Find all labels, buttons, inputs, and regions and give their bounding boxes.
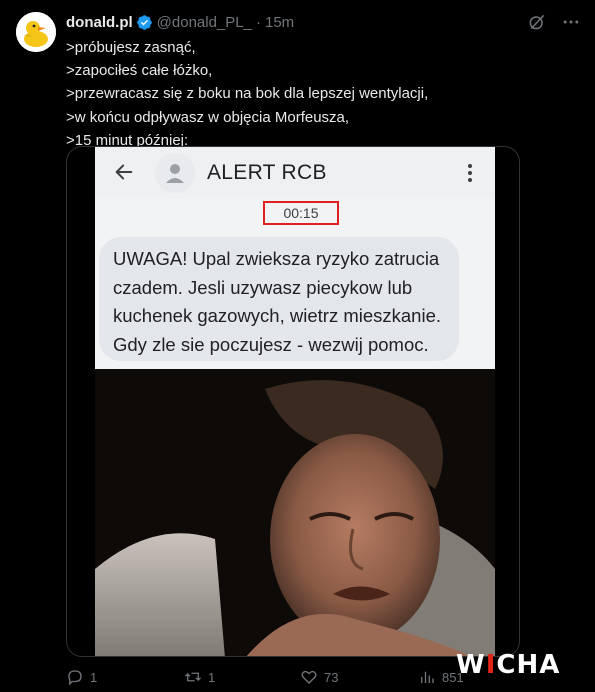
sms-message-line: czadem. Jesli uzywasz piecykow lub (113, 276, 413, 298)
heart-icon (301, 670, 317, 684)
author-name[interactable]: donald.pl (66, 14, 133, 31)
sms-sender-title: ALERT RCB (207, 161, 327, 184)
sms-message-line: Gdy zle sie poczujesz - wezwij pomoc. (113, 333, 429, 355)
man-in-bed-illustration (95, 369, 495, 656)
grok-icon[interactable] (527, 12, 547, 32)
watermark-part: CHA (496, 650, 561, 680)
watermark-part-red: I (485, 650, 497, 680)
tweet-time[interactable]: 15m (265, 14, 294, 31)
wiocha-watermark: WICHA (456, 650, 560, 682)
tweet-media[interactable]: ALERT RCB 00:15 UWAGA! Upal zwieksza ryz… (66, 146, 520, 657)
sms-message-line: kuchenek gazowych, wietrz mieszkanie. (113, 305, 442, 326)
sms-timestamp: 00:15 (263, 201, 339, 225)
tweet-line: >zapociłeś całe łóżko, (66, 62, 213, 80)
tweet-line: >próbujesz zasnąć, (66, 39, 196, 56)
repost-count: 1 (208, 669, 216, 685)
contact-avatar (155, 153, 195, 193)
header-separator: · (255, 13, 261, 31)
reply-icon (68, 670, 82, 686)
photo-man-in-bed (95, 369, 495, 656)
sms-message-line: UWAGA! Upal zwieksza ryzyko zatrucia (113, 248, 440, 269)
more-options-icon[interactable] (561, 12, 581, 32)
tweet[interactable]: donald.pl @donald_PL_ · 15m >próbujesz z… (0, 0, 595, 692)
tweet-top-actions (527, 12, 581, 32)
tweet-line: >przewracasz się z boku na bok dla lepsz… (66, 85, 429, 103)
back-arrow-icon (115, 164, 133, 180)
views-icon (421, 671, 434, 683)
sms-app-bar: ALERT RCB (95, 147, 495, 199)
reply-count: 1 (90, 669, 98, 685)
like-count: 73 (324, 669, 339, 685)
watermark-part: W (456, 650, 486, 680)
person-icon (166, 164, 184, 183)
sms-screenshot: ALERT RCB 00:15 UWAGA! Upal zwieksza ryz… (95, 147, 495, 369)
repost-action[interactable]: 1 (184, 668, 215, 686)
sms-message-bubble: UWAGA! Upal zwieksza ryzyko zatrucia cza… (99, 237, 459, 361)
tweet-header: donald.pl @donald_PL_ · 15m (66, 12, 294, 32)
author-handle[interactable]: @donald_PL_ (157, 14, 252, 31)
like-action[interactable]: 73 (300, 668, 338, 686)
tweet-text: >próbujesz zasnąć, >zapociłeś całe łóżko… (66, 36, 566, 152)
verified-badge-icon (136, 14, 152, 30)
tweet-line: >w końcu odpływasz w objęcia Morfeusza, (66, 108, 350, 126)
reply-action[interactable]: 1 (66, 668, 97, 686)
kebab-menu-icon (468, 164, 472, 182)
author-avatar[interactable] (16, 12, 56, 52)
duck-avatar-icon (16, 12, 56, 52)
repost-icon (185, 672, 201, 682)
